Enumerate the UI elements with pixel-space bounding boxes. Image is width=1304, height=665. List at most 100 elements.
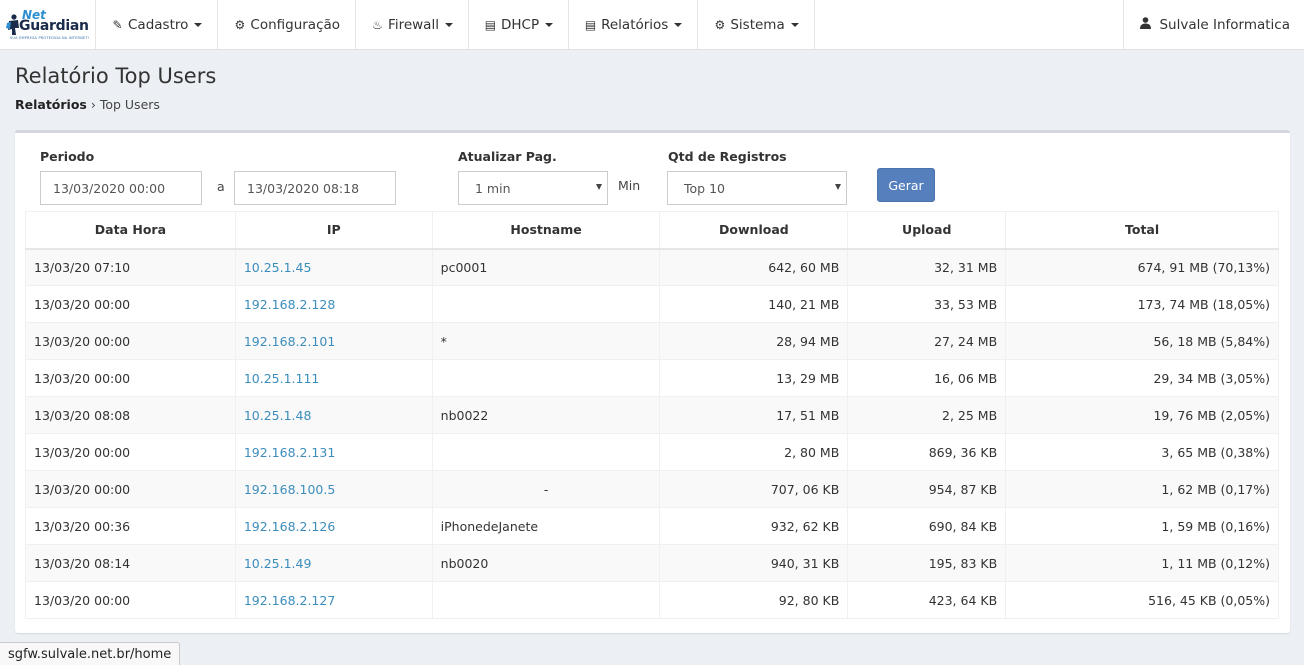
- caret-down-icon: [545, 22, 554, 27]
- cell-ip-link[interactable]: 192.168.2.128: [234, 285, 433, 323]
- periodo-label: Periodo: [40, 149, 95, 164]
- cell-hostname: nb0020: [431, 544, 661, 582]
- cell-upload: 32, 31 MB: [847, 248, 1007, 286]
- column-header-data-hora[interactable]: Data Hora: [25, 211, 236, 250]
- cell-hostname: [431, 433, 661, 471]
- cell-data-hora: 13/03/20 00:00: [25, 433, 236, 471]
- select-arrow-icon: [835, 184, 841, 190]
- cell-data-hora: 13/03/20 07:10: [25, 248, 236, 286]
- cell-upload: 423, 64 KB: [847, 581, 1007, 619]
- nav-item-cadastro[interactable]: ✎ Cadastro: [96, 0, 219, 49]
- cell-upload: 690, 84 KB: [847, 507, 1007, 545]
- cell-download: 140, 21 MB: [659, 285, 849, 323]
- date-to-input[interactable]: 13/03/2020 08:18: [234, 171, 396, 205]
- column-header-download[interactable]: Download: [659, 211, 849, 250]
- date-from-input[interactable]: 13/03/2020 00:00: [40, 171, 202, 205]
- cell-total: 29, 34 MB (3,05%): [1005, 359, 1279, 397]
- brand[interactable]: Net Guardian SUA EMPRESA PROTEGIDA NA IN…: [0, 0, 96, 49]
- table-row: 13/03/20 00:00 192.168.100.5-707, 06 KB 95…: [25, 470, 1279, 508]
- cell-total: 56, 18 MB (5,84%): [1005, 322, 1279, 360]
- cell-total: 1, 62 MB (0,17%): [1005, 470, 1279, 508]
- cell-total: 1, 59 MB (0,16%): [1005, 507, 1279, 545]
- cell-hostname: [431, 285, 661, 323]
- cell-download: 13, 29 MB: [659, 359, 849, 397]
- cell-download: 2, 80 MB: [659, 433, 849, 471]
- cell-ip-link[interactable]: 192.168.100.5: [234, 470, 433, 508]
- nav-item-configuracao[interactable]: ⚙ Configuração: [218, 0, 357, 49]
- cell-download: 28, 94 MB: [659, 322, 849, 360]
- cell-download: 932, 62 KB: [659, 507, 849, 545]
- cell-ip-link[interactable]: 192.168.2.127: [234, 581, 433, 619]
- file-icon: ▤: [484, 17, 497, 32]
- gear-icon: ⚙: [234, 17, 246, 32]
- gerar-button[interactable]: Gerar: [877, 168, 935, 202]
- column-header-ip[interactable]: IP: [234, 211, 433, 250]
- caret-down-icon: [674, 22, 683, 27]
- report-icon: ▤: [584, 17, 597, 32]
- cell-upload: 16, 06 MB: [847, 359, 1007, 397]
- cell-hostname: iPhonedeJanete: [431, 507, 661, 545]
- cell-ip-link[interactable]: 10.25.1.111: [234, 359, 433, 397]
- cell-hostname: *: [431, 322, 661, 360]
- cell-total: 1, 11 MB (0,12%): [1005, 544, 1279, 582]
- table-row: 13/03/20 00:00 192.168.2.128 140, 21 MB 33,…: [25, 285, 1279, 323]
- netguardian-logo[interactable]: Net Guardian SUA EMPRESA PROTEGIDA NA IN…: [6, 8, 92, 42]
- cell-ip-link[interactable]: 10.25.1.45: [234, 248, 433, 286]
- qtd-selected-value: Top 10: [684, 180, 725, 196]
- nav-item-sistema[interactable]: ⚙ Sistema: [698, 0, 815, 49]
- table-header-row: Data Hora IP Hostname Download Upload To…: [25, 211, 1279, 250]
- cell-total: 19, 76 MB (2,05%): [1005, 396, 1279, 434]
- cell-ip-link[interactable]: 10.25.1.49: [234, 544, 433, 582]
- table-row: 13/03/20 00:00 10.25.1.111 13, 29 MB 16, 06…: [25, 359, 1279, 397]
- cell-hostname: pc0001: [431, 248, 661, 286]
- cell-download: 642, 60 MB: [659, 248, 849, 286]
- column-header-hostname[interactable]: Hostname: [431, 211, 661, 250]
- caret-down-icon: [194, 22, 203, 27]
- qtd-registros-label: Qtd de Registros: [668, 149, 787, 164]
- cell-upload: 27, 24 MB: [847, 322, 1007, 360]
- breadcrumb-current: Top Users: [99, 97, 160, 112]
- report-box: Periodo 13/03/2020 00:00 a 13/03/2020 08…: [15, 130, 1290, 633]
- cell-total: 173, 74 MB (18,05%): [1005, 285, 1279, 323]
- caret-down-icon: [444, 22, 453, 27]
- nav-item-dhcp[interactable]: ▤ DHCP: [469, 0, 570, 49]
- user-menu[interactable]: Sulvale Informatica: [1124, 0, 1304, 49]
- nav-item-label: Configuração: [250, 16, 341, 33]
- table-row: 13/03/20 08:14 10.25.1.49 nb0020 940, 31 KB…: [25, 544, 1279, 582]
- breadcrumb-relatorios[interactable]: Relatórios: [15, 97, 87, 112]
- cell-ip-link[interactable]: 10.25.1.48: [234, 396, 433, 434]
- nav-item-firewall[interactable]: ♨ Firewall: [356, 0, 469, 49]
- gears-icon: ⚙: [714, 17, 726, 32]
- column-header-total[interactable]: Total: [1005, 211, 1279, 250]
- atualizar-select[interactable]: 1 min: [458, 171, 608, 205]
- table-row: 13/03/20 08:08 10.25.1.48 nb0022 17, 51 MB 2…: [25, 396, 1279, 434]
- cell-ip-link[interactable]: 192.168.2.131: [234, 433, 433, 471]
- cell-download: 17, 51 MB: [659, 396, 849, 434]
- atualizar-label: Atualizar Pag.: [458, 149, 557, 164]
- cell-hostname: nb0022: [431, 396, 661, 434]
- cell-ip-link[interactable]: 192.168.2.126: [234, 507, 433, 545]
- select-arrow-icon: [596, 184, 602, 190]
- logo-tagline: SUA EMPRESA PROTEGIDA NA INTERNET!: [10, 35, 90, 40]
- top-navbar: Net Guardian SUA EMPRESA PROTEGIDA NA IN…: [0, 0, 1304, 50]
- nav-item-relatorios[interactable]: ▤ Relatórios: [569, 0, 699, 49]
- column-header-upload[interactable]: Upload: [847, 211, 1007, 250]
- qtd-registros-select[interactable]: Top 10: [667, 171, 847, 205]
- nav-spacer: [815, 0, 1125, 49]
- cell-data-hora: 13/03/20 00:00: [25, 359, 236, 397]
- user-name: Sulvale Informatica: [1159, 16, 1290, 33]
- date-separator: a: [217, 179, 225, 194]
- breadcrumb: Relatórios › Top Users: [15, 97, 160, 112]
- table-row: 13/03/20 00:00 192.168.2.101 * 28, 94 MB 27,…: [25, 322, 1279, 360]
- table-row: 13/03/20 00:00 192.168.2.131 2, 80 MB 869, …: [25, 433, 1279, 471]
- logo-guardian-text: Guardian: [19, 17, 89, 34]
- cell-total: 3, 65 MB (0,38%): [1005, 433, 1279, 471]
- cell-upload: 954, 87 KB: [847, 470, 1007, 508]
- nav-item-label: Firewall: [388, 16, 439, 33]
- cell-ip-link[interactable]: 192.168.2.101: [234, 322, 433, 360]
- caret-down-icon: [790, 22, 799, 27]
- cell-data-hora: 13/03/20 00:00: [25, 470, 236, 508]
- atualizar-selected-value: 1 min: [475, 180, 511, 196]
- cell-hostname: -: [431, 470, 661, 508]
- cell-data-hora: 13/03/20 00:00: [25, 581, 236, 619]
